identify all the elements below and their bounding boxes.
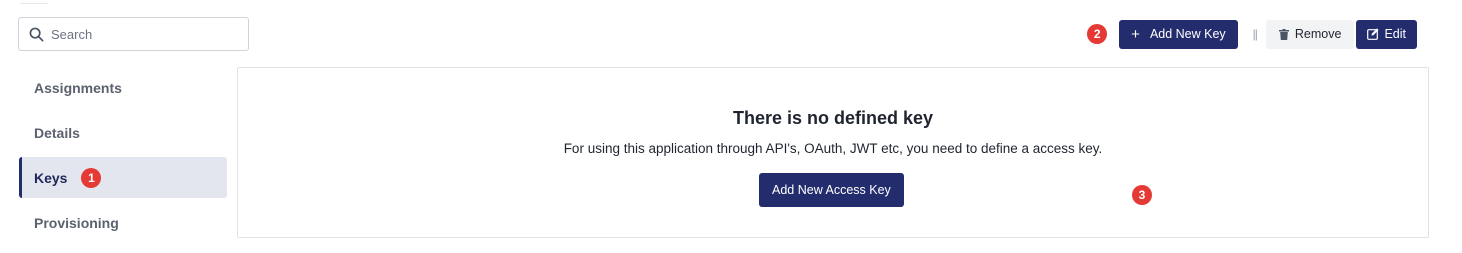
sidebar-item-details[interactable]: Details xyxy=(19,112,227,153)
plus-icon: + xyxy=(1131,25,1140,43)
sidebar-item-label: Assignments xyxy=(34,79,122,96)
toolbar-separator: || xyxy=(1252,27,1258,41)
sidebar-item-label: Provisioning xyxy=(34,214,119,231)
trash-icon xyxy=(1278,28,1289,40)
remove-button[interactable]: Remove xyxy=(1265,19,1355,49)
sidebar-item-assignments[interactable]: Assignments xyxy=(19,67,227,108)
sidebar: Assignments Details Keys 1 Provisioning xyxy=(19,67,227,247)
edit-icon xyxy=(1367,28,1380,40)
toolbar: 2 + Add New Key || Remove Edit xyxy=(1087,19,1417,49)
empty-state-title: There is no defined key xyxy=(732,108,934,128)
sidebar-item-keys[interactable]: Keys 1 xyxy=(19,157,227,198)
sidebar-item-provisioning[interactable]: Provisioning xyxy=(19,202,227,243)
add-new-key-button[interactable]: + Add New Key xyxy=(1119,19,1238,49)
empty-state-description: For using this application through API's… xyxy=(563,141,1103,156)
sidebar-item-label: Details xyxy=(34,124,80,141)
search-input[interactable] xyxy=(51,26,241,42)
step-badge-1: 1 xyxy=(81,167,102,188)
step-badge-2: 2 xyxy=(1087,24,1108,44)
search-icon xyxy=(29,27,44,41)
top-tab-indicator xyxy=(20,0,48,4)
keys-empty-state-panel: There is no defined key For using this a… xyxy=(237,67,1429,238)
edit-button[interactable]: Edit xyxy=(1356,19,1417,49)
edit-label: Edit xyxy=(1384,27,1406,41)
step-badge-3: 3 xyxy=(1132,185,1152,205)
add-new-access-key-button[interactable]: Add New Access Key xyxy=(759,173,904,207)
search-box[interactable] xyxy=(18,17,249,51)
remove-label: Remove xyxy=(1294,27,1342,41)
sidebar-item-label: Keys xyxy=(34,169,68,186)
add-new-key-label: Add New Key xyxy=(1149,27,1226,41)
